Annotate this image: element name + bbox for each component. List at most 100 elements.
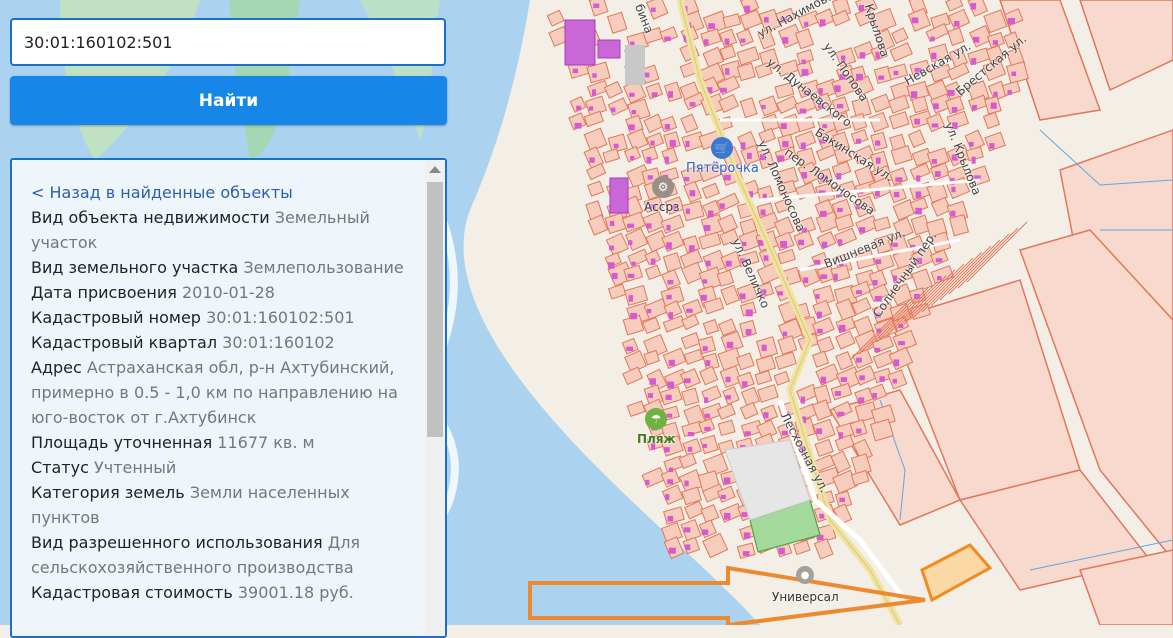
building bbox=[874, 296, 882, 302]
building bbox=[666, 224, 671, 231]
building bbox=[931, 52, 937, 60]
find-button[interactable]: Найти bbox=[10, 76, 447, 125]
building bbox=[837, 411, 845, 417]
building bbox=[764, 16, 769, 23]
building bbox=[875, 157, 881, 164]
scroll-up-arrow-icon[interactable] bbox=[429, 166, 441, 173]
field-row: Адрес Астраханская обл, р-н Ахтубинский,… bbox=[31, 355, 411, 430]
factory-icon[interactable]: ⚙ bbox=[652, 176, 674, 198]
building bbox=[645, 479, 650, 486]
grey-block bbox=[625, 45, 645, 85]
scrollbar[interactable] bbox=[425, 160, 445, 636]
building bbox=[703, 225, 711, 232]
building bbox=[839, 497, 846, 503]
field-label: Вид объекта недвижимости bbox=[31, 208, 270, 227]
building bbox=[817, 328, 823, 334]
building bbox=[971, 58, 977, 65]
building bbox=[700, 294, 707, 301]
scroll-thumb[interactable] bbox=[427, 182, 443, 437]
building bbox=[664, 494, 670, 501]
building bbox=[576, 105, 582, 111]
building bbox=[687, 446, 693, 452]
building bbox=[719, 203, 725, 209]
building bbox=[760, 209, 766, 216]
building bbox=[836, 103, 844, 109]
field-row: Кадастровая стоимость 39001.18 руб. bbox=[31, 580, 411, 605]
building bbox=[953, 20, 960, 27]
building bbox=[663, 447, 670, 453]
building bbox=[747, 152, 752, 159]
field-label: Вид разрешенного использования bbox=[31, 533, 323, 552]
building bbox=[780, 123, 787, 129]
building bbox=[669, 139, 676, 147]
building bbox=[650, 258, 656, 265]
shop-icon[interactable]: 🛒 bbox=[711, 137, 733, 159]
building bbox=[723, 174, 731, 181]
building bbox=[666, 242, 672, 250]
building bbox=[859, 375, 865, 381]
building bbox=[702, 346, 708, 352]
building bbox=[651, 92, 658, 98]
building bbox=[725, 260, 732, 267]
building bbox=[1007, 90, 1012, 95]
building bbox=[664, 36, 672, 41]
building bbox=[950, 210, 956, 217]
building bbox=[874, 140, 881, 146]
building bbox=[1011, 71, 1017, 76]
building bbox=[723, 512, 731, 520]
building bbox=[816, 311, 823, 319]
building bbox=[665, 394, 672, 401]
building bbox=[689, 102, 696, 107]
building bbox=[705, 260, 711, 267]
building bbox=[837, 239, 843, 246]
building bbox=[804, 21, 809, 27]
building bbox=[874, 347, 881, 353]
building bbox=[841, 55, 846, 62]
field-value: 30:01:160102 bbox=[222, 333, 335, 352]
building bbox=[760, 289, 767, 296]
field-label: Вид земельного участка bbox=[31, 258, 239, 277]
building bbox=[611, 273, 618, 280]
beach-icon[interactable]: ☂ bbox=[645, 408, 667, 430]
field-label: Категория земель bbox=[31, 483, 185, 502]
info-panel: < Назад в найденные объекты Вид объекта … bbox=[10, 158, 447, 638]
building bbox=[683, 378, 691, 384]
building bbox=[972, 104, 977, 111]
field-row: Площадь уточненная 11677 кв. м bbox=[31, 430, 411, 455]
building bbox=[763, 255, 769, 261]
building bbox=[630, 312, 637, 320]
building bbox=[742, 381, 748, 388]
field-row: Вид объекта недвижимости Земельный участ… bbox=[31, 205, 411, 255]
building bbox=[628, 295, 634, 302]
building bbox=[666, 413, 673, 418]
building bbox=[937, 275, 942, 281]
building bbox=[591, 89, 597, 96]
building bbox=[856, 290, 862, 295]
building bbox=[951, 154, 958, 161]
building bbox=[838, 324, 846, 332]
building bbox=[740, 258, 747, 264]
building bbox=[630, 155, 635, 160]
building bbox=[688, 245, 695, 252]
building bbox=[743, 532, 751, 539]
building bbox=[740, 142, 746, 150]
back-link[interactable]: < Назад в найденные объекты bbox=[31, 180, 411, 205]
building bbox=[931, 123, 939, 128]
building bbox=[913, 293, 920, 299]
building bbox=[646, 156, 652, 164]
building bbox=[820, 376, 827, 384]
building bbox=[934, 171, 941, 177]
building bbox=[933, 103, 939, 110]
building bbox=[971, 156, 976, 164]
building bbox=[914, 118, 920, 125]
building bbox=[801, 172, 808, 179]
store-icon[interactable]: ● bbox=[796, 566, 814, 584]
building bbox=[760, 154, 766, 161]
building bbox=[628, 240, 633, 246]
land-parcel bbox=[681, 387, 700, 407]
building bbox=[969, 141, 974, 147]
search-input[interactable] bbox=[10, 18, 446, 66]
building bbox=[914, 67, 922, 74]
building bbox=[893, 275, 898, 282]
building bbox=[664, 156, 669, 164]
